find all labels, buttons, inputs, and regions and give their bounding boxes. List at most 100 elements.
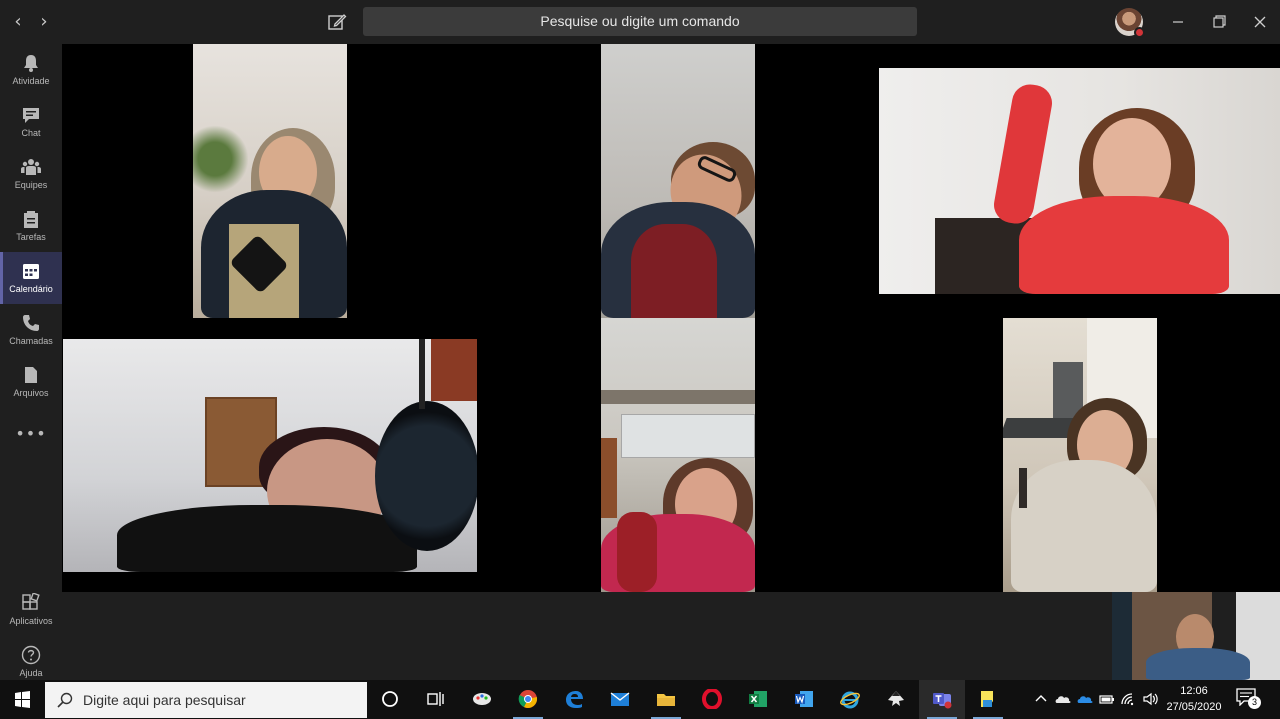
onedrive-icon[interactable] [1076,690,1094,708]
rail-item-atividade[interactable]: Atividade [0,44,62,96]
edge-icon [566,691,583,708]
chevron-up-icon[interactable] [1032,690,1050,708]
opera-icon [702,689,722,709]
sticky-notes-icon [981,691,993,707]
command-search-box[interactable]: Pesquise ou digite um comando [363,7,917,36]
rail-label: Chamadas [9,336,53,346]
word-icon [795,691,813,707]
rail-item-chamadas[interactable]: Chamadas [0,304,62,356]
rail-item-equipes[interactable]: Equipes [0,148,62,200]
volume-icon[interactable] [1142,690,1160,708]
taskbar-file-explorer[interactable] [643,680,689,719]
new-chat-icon[interactable] [326,11,348,33]
taskbar-search-box[interactable]: Digite aqui para pesquisar [45,682,367,718]
calendar-icon [23,264,39,279]
participant-body [1011,460,1157,592]
rail-label: Calendário [9,284,53,294]
avatar[interactable] [1115,8,1145,38]
teams-icon [21,159,41,175]
taskbar-paint[interactable] [459,680,505,719]
video-tile[interactable] [193,44,347,318]
taskbar-chrome[interactable] [505,680,551,719]
presence-busy-icon [1134,27,1145,38]
participant-body [117,505,417,572]
rail-item-chat[interactable]: Chat [0,96,62,148]
call-controls-area [62,592,1280,680]
cabinet [621,414,755,458]
rail-item-arquivos[interactable]: Arquivos [0,356,62,408]
shelf [601,390,755,404]
participant-shirt [631,224,717,318]
clock-time: 12:06 [1180,685,1208,697]
chrome-icon [518,690,538,708]
rail-label: Tarefas [16,232,46,242]
taskbar-search-placeholder: Digite aqui para pesquisar [83,692,246,708]
taskbar-word[interactable] [781,680,827,719]
wifi-icon[interactable] [1120,690,1138,708]
rail-label: Chat [21,128,41,138]
video-stage [62,44,1280,592]
participant-body [1019,196,1229,294]
more-apps-button[interactable]: ••• [0,424,62,454]
video-tile[interactable] [601,44,755,318]
cortana-icon [382,691,398,707]
rail-label: Equipes [14,180,48,190]
plant-decoration [193,114,248,204]
background-object [431,339,477,401]
close-button[interactable] [1248,10,1272,34]
maximize-button[interactable] [1207,10,1231,34]
taskbar-inkscape[interactable] [873,680,919,719]
video-tile[interactable] [601,318,755,592]
wall-decoration [601,438,617,518]
mail-icon [610,692,630,706]
teams-window: ‹ › Pesquise ou digite um comando Ativid [0,0,1280,719]
rail-label: Arquivos [13,388,49,398]
microphone [375,401,477,551]
chat-icon [23,108,39,123]
taskbar-cortana[interactable] [367,680,413,719]
files-icon [25,367,37,383]
video-tile[interactable] [63,339,477,572]
self-video-preview[interactable] [1112,592,1280,680]
inkscape-icon [888,691,904,706]
taskbar-mail[interactable] [597,680,643,719]
rail-label: Atividade [12,76,50,86]
participant-body [1146,648,1250,680]
microphone-stand [419,339,425,409]
rail-label: Ajuda [19,668,43,678]
windows-taskbar: Digite aqui para pesquisar 12:06 27/05/2… [0,680,1280,719]
taskbar-task-view[interactable] [412,680,458,719]
back-button[interactable]: ‹ [8,12,28,32]
start-button[interactable] [0,680,45,719]
app-rail: Atividade Chat Equipes Tarefas Calendári… [0,44,62,680]
onedrive-personal-icon[interactable] [1054,690,1072,708]
taskbar-clock[interactable]: 12:06 27/05/2020 [1163,683,1225,716]
action-center-button[interactable]: 3 [1236,688,1262,712]
forward-button[interactable]: › [34,12,54,32]
phone-icon [23,315,39,331]
notification-count-badge: 3 [1248,696,1261,709]
task-view-icon [427,692,444,706]
taskbar-sticky-notes[interactable] [965,680,1011,719]
minimize-button[interactable] [1166,10,1190,34]
tasks-icon [24,211,38,228]
participant-arm [617,512,657,592]
taskbar-edge[interactable] [551,680,597,719]
title-bar: ‹ › Pesquise ou digite um comando [0,0,1280,44]
taskbar-internet-explorer[interactable] [827,680,873,719]
video-tile[interactable] [879,68,1280,294]
file-explorer-icon [657,694,675,706]
rail-item-tarefas[interactable]: Tarefas [0,200,62,252]
battery-icon[interactable] [1098,690,1116,708]
excel-icon [749,691,767,707]
taskbar-opera[interactable] [689,680,735,719]
rail-item-calendario[interactable]: Calendário [0,252,62,304]
internet-explorer-icon [840,691,860,709]
rail-item-aplicativos[interactable]: Aplicativos [0,584,62,636]
video-tile[interactable] [1003,318,1157,592]
taskbar-teams[interactable] [919,680,965,719]
taskbar-excel[interactable] [735,680,781,719]
paint-icon [473,693,491,705]
participant-arm [991,81,1055,227]
rail-label: Aplicativos [9,616,53,626]
